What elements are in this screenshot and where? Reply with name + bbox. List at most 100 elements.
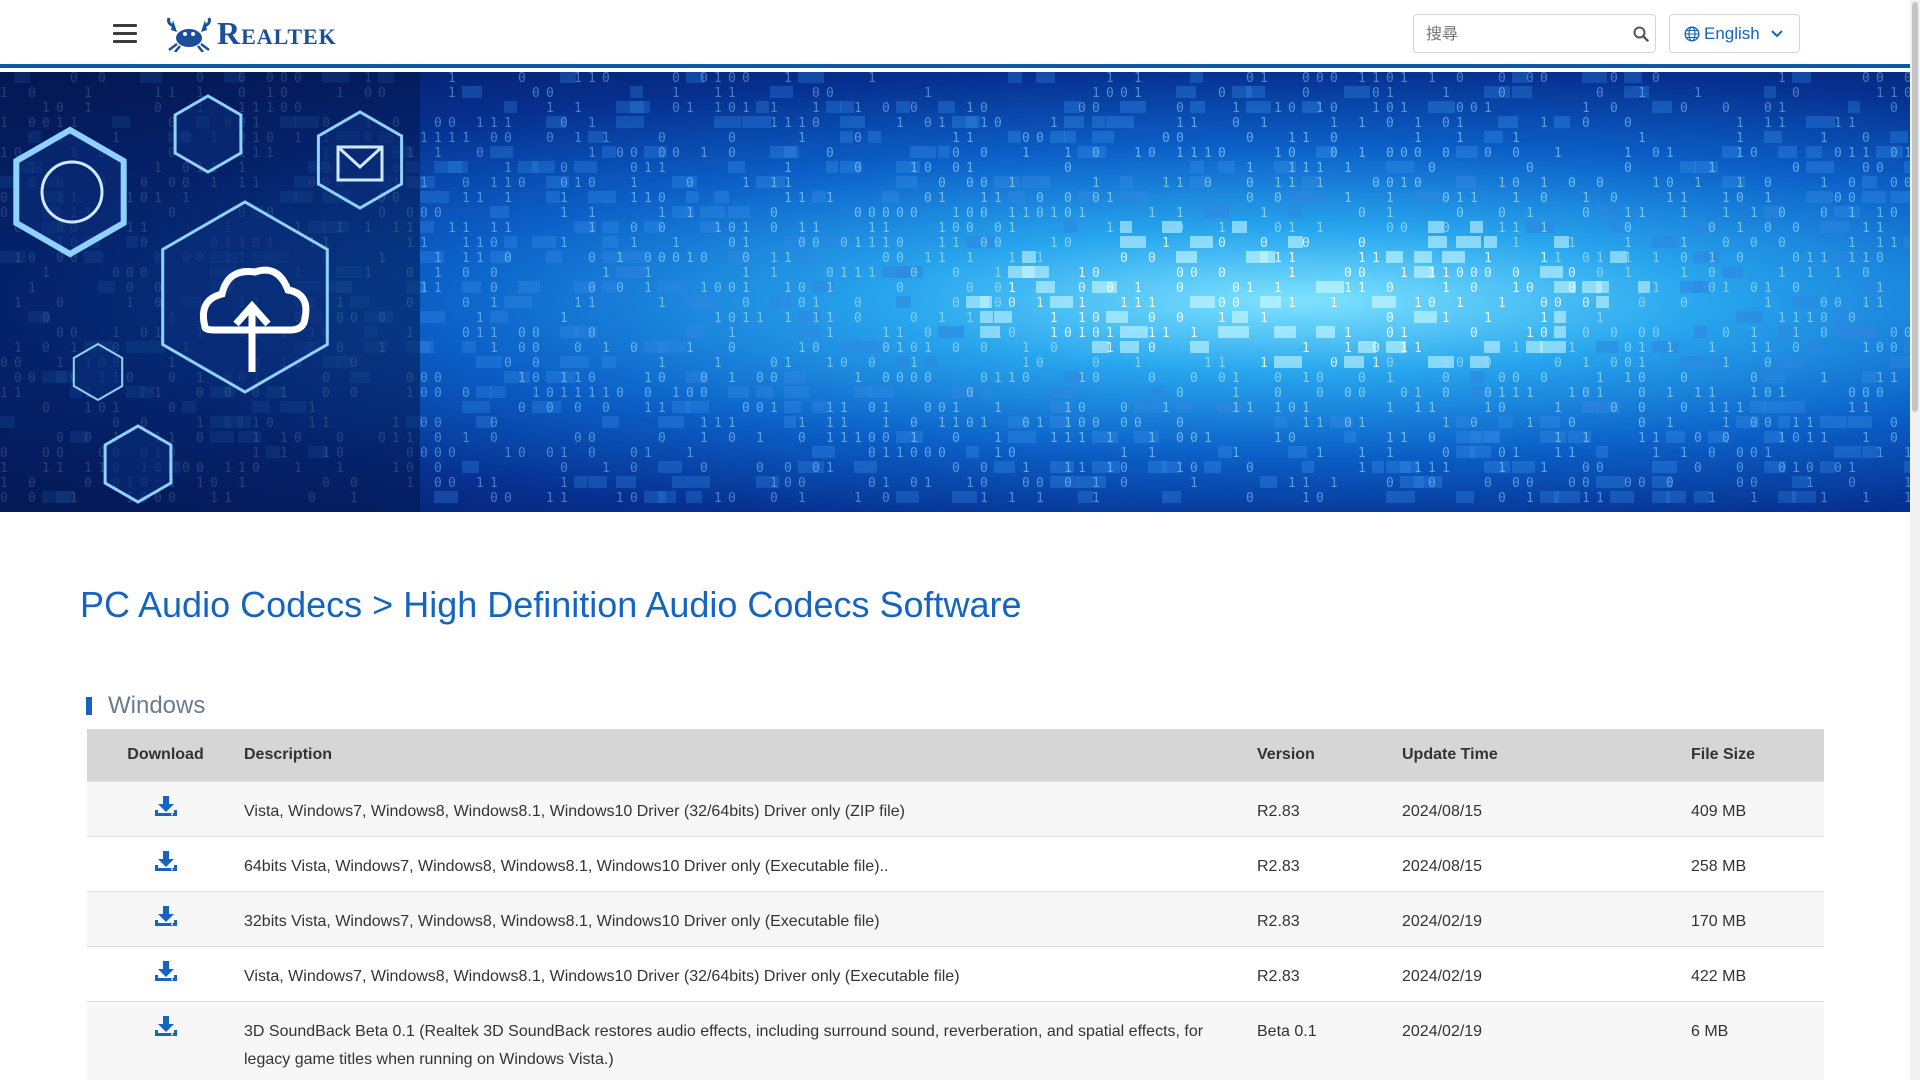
svg-text:0: 0 — [896, 281, 904, 296]
svg-text:0: 0 — [1120, 461, 1128, 476]
svg-text:1: 1 — [658, 161, 666, 176]
svg-text:1: 1 — [798, 116, 806, 131]
svg-text:1: 1 — [686, 206, 694, 221]
download-icon[interactable] — [153, 849, 179, 873]
svg-text:0: 0 — [910, 266, 918, 281]
svg-text:1: 1 — [1484, 311, 1492, 326]
download-icon[interactable] — [153, 794, 179, 818]
svg-text:1: 1 — [1386, 401, 1394, 416]
svg-text:0: 0 — [728, 101, 736, 116]
svg-text:0: 0 — [1582, 251, 1590, 266]
svg-text:1: 1 — [1708, 401, 1716, 416]
svg-text:1: 1 — [1764, 116, 1772, 131]
svg-text:0: 0 — [924, 401, 932, 416]
svg-text:1: 1 — [1666, 416, 1674, 431]
svg-text:1: 1 — [1512, 341, 1520, 356]
svg-text:0: 0 — [490, 491, 498, 506]
svg-text:0: 0 — [574, 431, 582, 446]
svg-text:1: 1 — [1106, 461, 1114, 476]
svg-text:1: 1 — [532, 386, 540, 401]
site-header: Realtek English — [0, 0, 1910, 68]
svg-text:0: 0 — [1344, 416, 1352, 431]
svg-text:1: 1 — [602, 386, 610, 401]
svg-text:0: 0 — [1358, 386, 1366, 401]
svg-text:0: 0 — [1050, 341, 1058, 356]
svg-text:1: 1 — [448, 86, 456, 101]
svg-text:0: 0 — [1358, 206, 1366, 221]
svg-text:1: 1 — [1596, 491, 1604, 506]
svg-text:1: 1 — [1708, 161, 1716, 176]
svg-text:0: 0 — [882, 206, 890, 221]
svg-text:1: 1 — [1820, 131, 1828, 146]
svg-text:1: 1 — [1456, 116, 1464, 131]
svg-text:1: 1 — [1778, 116, 1786, 131]
svg-text:1: 1 — [994, 266, 1002, 281]
svg-text:1: 1 — [1330, 476, 1338, 491]
svg-text:0: 0 — [1190, 371, 1198, 386]
svg-text:0: 0 — [980, 461, 988, 476]
svg-text:0: 0 — [1386, 326, 1394, 341]
svg-text:0: 0 — [1442, 386, 1450, 401]
svg-text:1: 1 — [770, 101, 778, 116]
download-icon[interactable] — [153, 959, 179, 983]
scrollbar[interactable] — [1910, 0, 1920, 1080]
svg-text:1: 1 — [1246, 401, 1254, 416]
svg-text:1: 1 — [1064, 416, 1072, 431]
svg-text:1: 1 — [1736, 116, 1744, 131]
svg-text:0: 0 — [966, 206, 974, 221]
svg-text:1: 1 — [1162, 401, 1170, 416]
svg-text:0: 0 — [1876, 161, 1884, 176]
svg-text:1: 1 — [602, 461, 610, 476]
svg-text:1: 1 — [1092, 476, 1100, 491]
svg-text:1: 1 — [1736, 221, 1744, 236]
svg-text:1: 1 — [616, 251, 624, 266]
svg-text:1: 1 — [1134, 86, 1142, 101]
svg-text:0: 0 — [1120, 476, 1128, 491]
svg-text:1: 1 — [1792, 311, 1800, 326]
svg-text:1: 1 — [714, 416, 722, 431]
svg-text:0: 0 — [658, 146, 666, 161]
svg-text:1: 1 — [700, 146, 708, 161]
svg-text:0: 0 — [1204, 176, 1212, 191]
svg-text:0: 0 — [1610, 101, 1618, 116]
search-button[interactable] — [1626, 15, 1655, 52]
svg-text:1: 1 — [1148, 296, 1156, 311]
svg-text:0: 0 — [560, 116, 568, 131]
svg-text:1: 1 — [434, 251, 442, 266]
hamburger-icon[interactable] — [113, 24, 137, 44]
svg-text:1: 1 — [1778, 431, 1786, 446]
download-cell — [87, 835, 244, 891]
svg-text:0: 0 — [518, 446, 526, 461]
header-download: Download — [127, 745, 204, 763]
svg-text:1: 1 — [630, 191, 638, 206]
svg-text:1: 1 — [1134, 281, 1142, 296]
svg-text:0: 0 — [1148, 341, 1156, 356]
realtek-logo[interactable]: Realtek — [165, 14, 337, 52]
svg-text:0: 0 — [1162, 131, 1170, 146]
svg-text:1: 1 — [798, 221, 806, 236]
svg-text:0: 0 — [560, 461, 568, 476]
download-icon[interactable] — [153, 1014, 179, 1038]
svg-text:1: 1 — [882, 476, 890, 491]
svg-text:1: 1 — [644, 371, 652, 386]
row-file-size: 170 MB — [1691, 890, 1824, 946]
svg-text:0: 0 — [1330, 356, 1338, 371]
language-selector[interactable]: English — [1669, 14, 1800, 53]
download-icon[interactable] — [153, 904, 179, 928]
svg-text:1: 1 — [1302, 401, 1310, 416]
svg-text:1: 1 — [560, 371, 568, 386]
svg-text:1: 1 — [1890, 236, 1898, 251]
search-input[interactable] — [1414, 15, 1626, 52]
svg-text:0: 0 — [672, 101, 680, 116]
svg-text:1: 1 — [1288, 131, 1296, 146]
svg-text:1: 1 — [1036, 491, 1044, 506]
svg-text:0: 0 — [1428, 161, 1436, 176]
svg-text:0: 0 — [1736, 191, 1744, 206]
svg-text:1: 1 — [1316, 416, 1324, 431]
language-label: English — [1704, 23, 1760, 43]
row-update-time: 2024/08/15 — [1402, 780, 1691, 836]
scrollbar-thumb[interactable] — [1912, 2, 1918, 412]
svg-text:0: 0 — [1092, 416, 1100, 431]
svg-text:0: 0 — [1624, 116, 1632, 131]
svg-text:0: 0 — [1736, 446, 1744, 461]
